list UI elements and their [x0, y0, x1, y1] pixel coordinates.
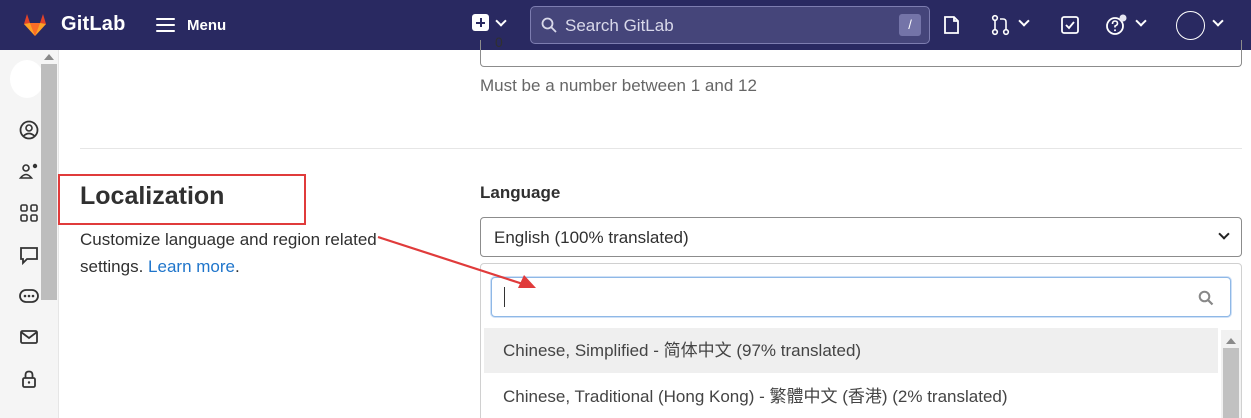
chevron-down-icon[interactable] — [1135, 15, 1147, 27]
description-period: . — [234, 257, 240, 276]
localization-title: Localization — [80, 182, 225, 210]
search-placeholder: Search GitLab — [565, 16, 674, 35]
dropdown-scroll-thumb[interactable] — [1223, 348, 1239, 418]
issues-icon[interactable] — [941, 14, 963, 36]
localization-description: Customize language and region related se… — [80, 226, 420, 280]
search-icon — [541, 17, 557, 33]
new-item-dropdown-button[interactable] — [472, 14, 507, 31]
section-divider — [80, 148, 1242, 149]
account-settings-icon[interactable] — [18, 160, 40, 182]
left-sidebar — [0, 50, 59, 418]
sidebar-scrollbar[interactable] — [41, 54, 57, 414]
search-icon — [1198, 290, 1214, 306]
more-icon[interactable] — [18, 285, 40, 307]
chevron-down-icon — [1218, 228, 1230, 240]
menu-label: Menu — [187, 16, 227, 34]
scroll-up-icon[interactable] — [44, 54, 54, 60]
gitlab-logo-icon[interactable] — [21, 11, 49, 39]
annotation-arrow-icon — [377, 235, 536, 288]
chevron-down-icon — [495, 14, 507, 27]
language-dropdown: Chinese, Simplified - 简体中文 (97% translat… — [480, 263, 1242, 418]
brand-name[interactable]: GitLab — [61, 13, 126, 36]
help-icon[interactable] — [1105, 14, 1127, 36]
search-box[interactable]: Search GitLab / — [530, 6, 930, 44]
previous-number-field[interactable]: 0 — [480, 34, 1242, 67]
merge-requests-icon[interactable] — [990, 14, 1012, 36]
chevron-down-icon[interactable] — [1018, 15, 1030, 27]
language-search-input[interactable] — [491, 277, 1231, 317]
learn-more-link[interactable]: Learn more — [148, 257, 235, 276]
chevron-down-icon[interactable] — [1212, 15, 1224, 27]
sidebar-avatar[interactable] — [10, 60, 44, 98]
language-select[interactable]: English (100% translated) — [480, 217, 1242, 257]
main-menu-button[interactable]: Menu — [156, 13, 226, 37]
main-content: 0 Must be a number between 1 and 12 Loca… — [58, 34, 1251, 418]
previous-number-value: 0 — [495, 34, 503, 50]
dropdown-scrollbar[interactable] — [1221, 330, 1241, 418]
sidebar-scroll-thumb[interactable] — [41, 64, 57, 300]
comment-icon[interactable] — [18, 244, 40, 266]
plus-square-icon — [472, 14, 489, 31]
mail-icon[interactable] — [18, 326, 40, 348]
applications-icon[interactable] — [18, 202, 40, 224]
scroll-up-icon[interactable] — [1226, 338, 1236, 344]
hamburger-icon — [156, 18, 175, 32]
number-field-hint: Must be a number between 1 and 12 — [480, 76, 757, 95]
profile-icon[interactable] — [18, 119, 40, 141]
language-option[interactable]: Chinese, Simplified - 简体中文 (97% translat… — [484, 328, 1218, 373]
language-option[interactable]: Chinese, Traditional (Hong Kong) - 繁體中文 … — [484, 374, 1218, 418]
lock-icon[interactable] — [18, 368, 40, 390]
todo-icon[interactable] — [1059, 14, 1081, 36]
user-avatar[interactable] — [1176, 11, 1205, 40]
language-label: Language — [480, 183, 561, 202]
search-shortcut-badge: / — [899, 14, 921, 36]
